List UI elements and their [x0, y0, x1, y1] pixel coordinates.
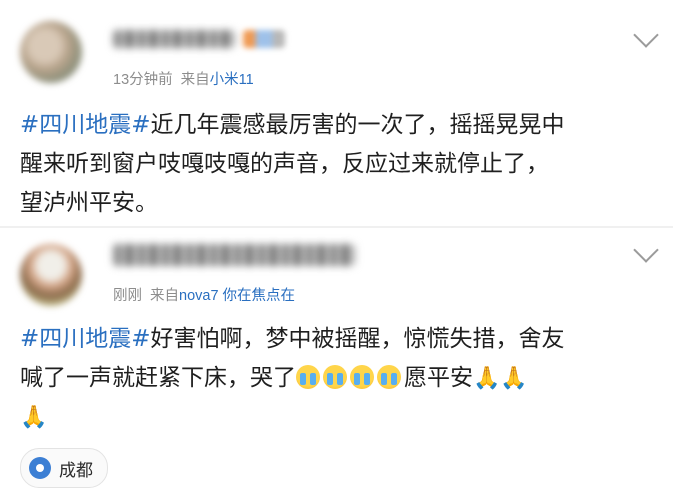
post-line: 🙏: [20, 398, 565, 437]
crying-face-icon: [323, 365, 347, 389]
location-label: 成都: [59, 460, 93, 481]
chevron-down-icon[interactable]: [633, 237, 659, 263]
username-blurred[interactable]: [113, 30, 235, 48]
crying-face-icon: [350, 365, 374, 389]
avatar[interactable]: [20, 21, 82, 83]
chevron-down-icon[interactable]: [633, 22, 659, 48]
source-prefix: 来自: [150, 288, 179, 304]
user-badge-blurred: [243, 30, 285, 48]
hashtag-link[interactable]: #四川地震#: [20, 112, 151, 138]
post-line: 望泸州平安。: [20, 190, 158, 216]
location-tag[interactable]: 成都: [20, 448, 108, 488]
post-line: #四川地震#好害怕啊，梦中被摇醒，惊慌失措，舍友: [20, 326, 565, 352]
post-time: 13分钟前: [113, 72, 173, 88]
post-line: #四川地震#近几年震感最厉害的一次了，摇摇晃晃中: [20, 112, 565, 138]
post-meta: 刚刚 来自nova7 你在焦点在: [113, 284, 295, 305]
hashtag-link[interactable]: #四川地震#: [20, 326, 151, 352]
weibo-post-1: 13分钟前 来自小米11 #四川地震#近几年震感最厉害的一次了，摇摇晃晃中 醒来听…: [0, 0, 673, 228]
praying-hands-icon: 🙏: [500, 366, 528, 391]
praying-hands-icon: 🙏: [473, 366, 501, 391]
post-meta: 13分钟前 来自小米11: [113, 68, 254, 89]
device-link[interactable]: nova7 你在焦点在: [179, 288, 295, 304]
praying-hands-icon: 🙏: [20, 405, 48, 430]
location-pin-icon: [29, 457, 51, 479]
post-line: 喊了一声就赶紧下床，哭了 愿平安🙏🙏: [20, 359, 565, 398]
avatar[interactable]: [20, 244, 82, 306]
post-body: #四川地震#好害怕啊，梦中被摇醒，惊慌失措，舍友 喊了一声就赶紧下床，哭了 愿平安…: [20, 320, 565, 437]
post-body: #四川地震#近几年震感最厉害的一次了，摇摇晃晃中 醒来听到窗户吱嘎吱嘎的声音，反…: [20, 106, 565, 223]
crying-face-icon: [377, 365, 401, 389]
post-line: 醒来听到窗户吱嘎吱嘎的声音，反应过来就停止了，: [20, 151, 549, 177]
username-blurred[interactable]: [113, 244, 355, 266]
device-link[interactable]: 小米11: [210, 72, 254, 88]
source-prefix: 来自: [180, 72, 210, 88]
post-time: 刚刚: [113, 288, 142, 304]
crying-face-icon: [296, 365, 320, 389]
